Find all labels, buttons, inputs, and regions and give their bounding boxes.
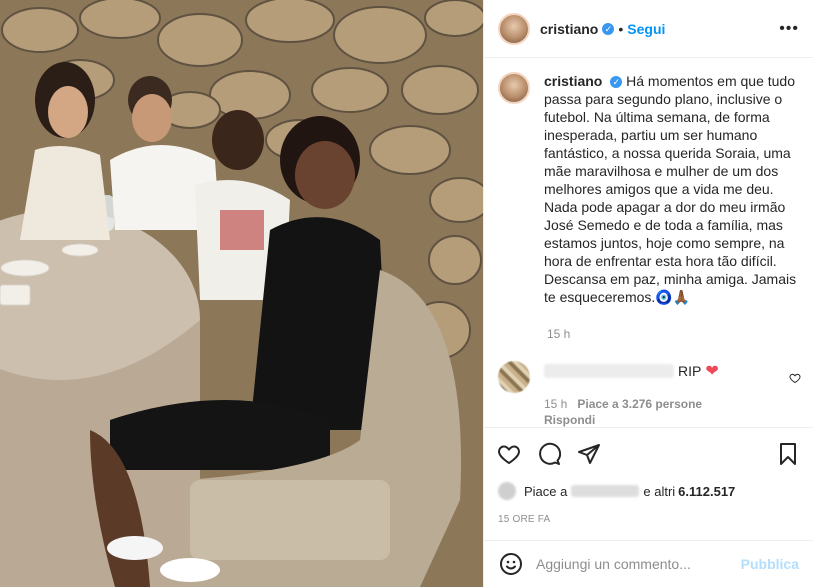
red-heart-emoji: ❤: [705, 363, 719, 380]
separator-dot: •: [618, 20, 624, 37]
verified-badge-icon: ✓: [610, 76, 623, 89]
comment-like-icon[interactable]: [789, 372, 801, 387]
reply-button[interactable]: Rispondi: [544, 413, 719, 427]
comment-item: RIP ❤ 15 h Piace a 3.276 persone Rispond…: [498, 361, 803, 427]
comment-meta: 15 h Piace a 3.276 persone: [544, 397, 719, 411]
like-icon[interactable]: [496, 441, 522, 467]
more-options-icon[interactable]: •••: [779, 20, 799, 38]
post-header: cristiano ✓ • Segui •••: [484, 0, 813, 58]
likes-prefix: Piace a: [524, 483, 568, 499]
action-bar: [484, 427, 813, 479]
likes-count[interactable]: 6.112.517: [678, 484, 735, 499]
post-caption: cristiano ✓ Há momentos em que tudo pass…: [498, 72, 803, 306]
share-icon[interactable]: [576, 441, 602, 467]
post-photo[interactable]: [0, 0, 483, 587]
comment-input[interactable]: [534, 555, 741, 573]
comment-icon[interactable]: [536, 441, 562, 467]
follow-button[interactable]: Segui: [627, 21, 665, 37]
emoji-icon[interactable]: [498, 551, 524, 577]
likes-suffix: e altri: [643, 483, 676, 499]
verified-badge-icon: ✓: [602, 22, 615, 35]
comment-text: RIP: [678, 363, 702, 379]
avatar[interactable]: [498, 12, 530, 45]
liker-username-blurred[interactable]: [571, 485, 640, 497]
instagram-post: cristiano ✓ • Segui ••• cristiano ✓ Há m…: [0, 0, 813, 587]
publish-button[interactable]: Pubblica: [741, 556, 799, 572]
caption-username[interactable]: cristiano: [544, 73, 602, 89]
caption-avatar[interactable]: [498, 72, 530, 104]
bookmark-icon[interactable]: [775, 441, 801, 467]
comment-likes[interactable]: Piace a 3.276 persone: [577, 397, 702, 411]
caption-timestamp[interactable]: 15 h: [547, 327, 570, 341]
commenter-avatar[interactable]: [498, 361, 530, 393]
comment-line: RIP ❤: [544, 361, 719, 381]
comment-timestamp[interactable]: 15 h: [544, 397, 567, 411]
add-comment-bar: Pubblica: [484, 540, 813, 587]
dinner-photo-illustration: [0, 0, 483, 587]
likes-summary: Piace a e altri 6.112.517: [498, 482, 735, 500]
caption-text-block: cristiano ✓ Há momentos em que tudo pass…: [544, 72, 803, 306]
commenter-username-blurred[interactable]: [544, 364, 674, 378]
caption-text: Há momentos em que tudo passa para segun…: [544, 73, 797, 305]
liker-avatar[interactable]: [498, 482, 516, 500]
post-date[interactable]: 15 ORE FA: [498, 514, 550, 525]
author-username[interactable]: cristiano: [540, 21, 598, 37]
post-side-panel: cristiano ✓ • Segui ••• cristiano ✓ Há m…: [483, 0, 813, 587]
comment-body: RIP ❤ 15 h Piace a 3.276 persone Rispond…: [544, 361, 719, 427]
